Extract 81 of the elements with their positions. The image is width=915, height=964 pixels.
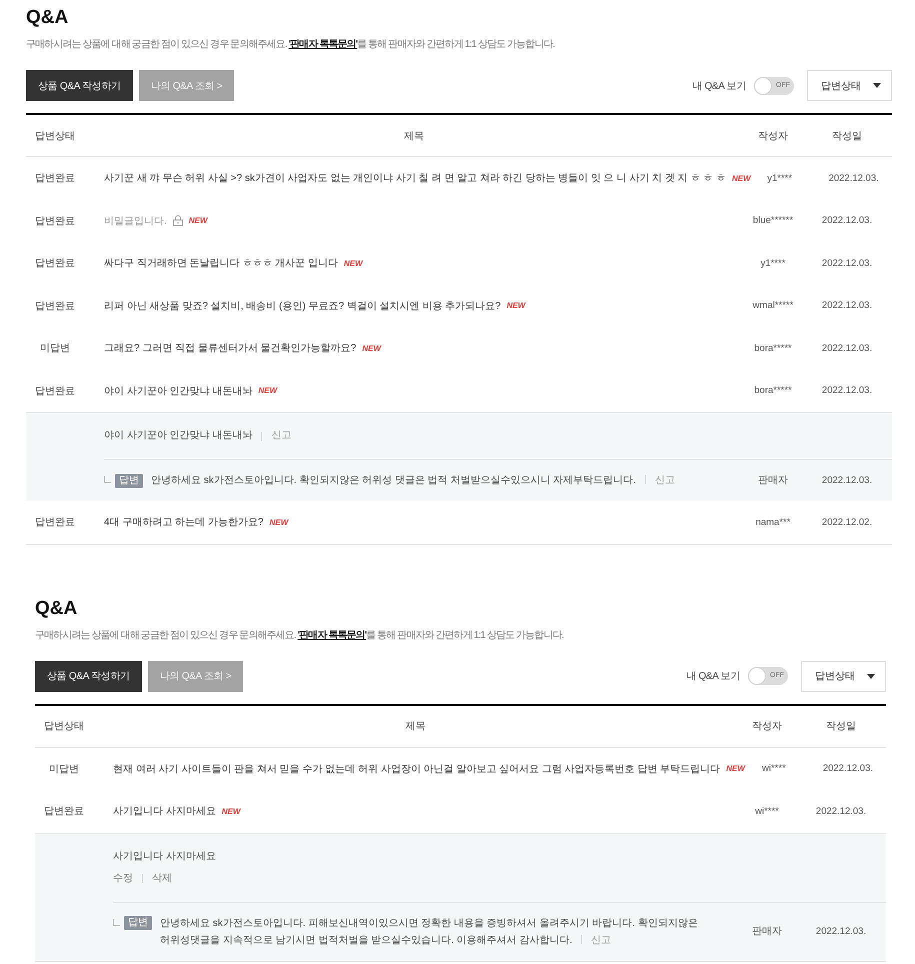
date-text: 2022.12.03. <box>828 172 879 184</box>
column-header: 답변상태 <box>44 721 84 732</box>
question-title[interactable]: 리퍼 아닌 새상품 맞죠? 설치비, 배송비 (용인) 무료죠? 벽걸이 설치시엔 비용 추가되나요? <box>104 298 501 313</box>
status-text: 답변완료 <box>35 517 75 528</box>
status-text: 답변완료 <box>35 258 75 270</box>
answer-text: 안녕하세요 sk가전스토아입니다. 피해보신내역이있으시면 정확한 내용을 증빙하셔서 올려주시기 바랍니다. 확인되지않은 허위성댓글을 지속적으로 남기시면 법적처벌을 받으실수있습니다. 이용해주셔서 감사합니다. 신고 <box>160 916 699 948</box>
question-text: 야이 사기꾼아 인간맞냐 내돈내놔 <box>104 429 252 443</box>
status-text: 답변완료 <box>35 386 75 397</box>
write-question-button[interactable]: 상품 Q&A 작성하기 <box>35 660 142 692</box>
caret-icon <box>873 83 881 88</box>
answer-badge: 답변 <box>124 916 152 930</box>
status-text: 답변완료 <box>35 173 75 184</box>
author-text: bora***** <box>754 342 792 354</box>
date-text: 2022.12.03. <box>822 258 872 269</box>
seller-chat-link[interactable]: '판매자 톡톡문의' <box>298 630 366 640</box>
toggle-label: 내 Q&A 보기 <box>686 670 740 683</box>
reply-corner-icon <box>104 476 111 483</box>
author-text: wi**** <box>755 806 779 817</box>
author-text: 판매자 <box>758 475 788 486</box>
new-label: NEW <box>258 386 278 396</box>
seller-chat-link[interactable]: '판매자 톡톡문의' <box>288 39 358 50</box>
column-header: 작성자 <box>758 130 788 142</box>
toggle-label: 내 Q&A 보기 <box>692 80 746 92</box>
status-text: 답변완료 <box>35 300 75 312</box>
caret-icon <box>867 674 875 678</box>
date-text: 2022.12.03. <box>822 385 872 396</box>
description-text: 구매하시려는 상품에 대해 궁금한 점이 있으신 경우 문의해주세요. '판매자 톡톡문의'를 통해 판매자와 간편하게 1:1 상담도 가능합니다. <box>35 628 564 642</box>
question-title[interactable]: 사기입니다 사지마세요 <box>113 804 216 818</box>
column-header: 제목 <box>406 721 426 732</box>
author-text: 판매자 <box>752 926 782 937</box>
action-link[interactable]: 삭제 <box>152 870 172 888</box>
date-text: 2022.12.03. <box>822 342 872 354</box>
column-header: 작성자 <box>752 721 782 732</box>
author-text: wi**** <box>762 763 786 774</box>
question-text: 사기입니다 사지마세요 <box>113 850 216 864</box>
write-question-button[interactable]: 상품 Q&A 작성하기 <box>26 70 133 101</box>
new-label: NEW <box>506 301 526 310</box>
author-text: bora***** <box>754 385 792 396</box>
answer-text: 안녕하세요 sk가전스토아입니다. 확인되지않은 허위성 댓글은 법적 처벌받으실수있으시니 자제부탁드립니다. 신고 <box>151 474 676 488</box>
new-label: NEW <box>732 174 751 183</box>
column-header: 제목 <box>404 130 424 142</box>
question-title[interactable]: 야이 사기꾼아 인간맞냐 내돈내놔 <box>104 384 252 398</box>
new-label: NEW <box>362 344 381 353</box>
question-title[interactable]: 현재 여러 사기 사이트들이 판을 쳐서 믿을 수가 없는데 허위 사업장이 아닌걸 알아보고 싶어서요 그럼 사업자등록번호 답변 부탁드립니다 <box>113 762 720 776</box>
new-label: NEW <box>269 518 288 527</box>
author-text: y1**** <box>767 172 792 184</box>
section-title: Q&A <box>35 598 78 620</box>
question-title[interactable]: 싸다구 직거래하면 돈날립니다 ㅎㅎㅎ 개사꾼 입니다 <box>104 256 338 270</box>
date-text: 2022.12.03. <box>816 926 866 937</box>
question-title[interactable]: 4대 구매하려고 하는데 가능한가요? <box>104 515 264 530</box>
status-text: 미답변 <box>49 764 79 775</box>
author-text: blue****** <box>752 215 794 226</box>
status-text: 답변완료 <box>35 216 75 227</box>
column-header: 작성일 <box>826 721 856 732</box>
status-text: 미답변 <box>40 343 70 354</box>
author-text: y1**** <box>760 258 786 269</box>
date-text: 2022.12.03. <box>816 806 866 817</box>
status-text: 답변완료 <box>44 806 84 818</box>
date-text: 2022.12.03. <box>822 763 873 774</box>
date-text: 2022.12.03. <box>822 215 872 226</box>
date-text: 2022.12.03. <box>822 300 872 312</box>
answer-badge: 답변 <box>115 474 143 488</box>
column-header: 작성일 <box>832 130 862 142</box>
author-text: nama*** <box>756 516 790 528</box>
action-link[interactable]: 수정 <box>113 870 133 888</box>
new-label: NEW <box>344 258 363 268</box>
lock-icon <box>172 215 183 226</box>
new-label: NEW <box>188 216 208 226</box>
status-filter-dropdown[interactable]: 답변상태 <box>807 70 892 101</box>
section-title: Q&A <box>26 7 70 29</box>
date-text: 2022.12.02. <box>822 516 872 528</box>
description-text: 구매하시려는 상품에 대해 궁금한 점이 있으신 경우 문의해주세요. '판매자 톡톡문의'를 통해 판매자와 간편하게 1:1 상담도 가능합니다. <box>26 38 556 52</box>
author-text: wmal***** <box>752 300 794 312</box>
column-header: 답변상태 <box>35 130 75 142</box>
new-label: NEW <box>222 806 240 816</box>
question-title[interactable]: 사기꾼 새 꺄 무슨 허위 사실 >? sk가견이 사업자도 없는 개인이냐 사기 칠 려 면 알고 쳐라 하긴 당하는 병들이 잇 으 니 사기 치 겟 지 ㅎ ㅎ ㅎ <box>104 171 726 186</box>
new-label: NEW <box>726 764 745 774</box>
reply-corner-icon <box>113 918 120 926</box>
date-text: 2022.12.03. <box>822 475 872 486</box>
status-filter-dropdown[interactable]: 답변상태 <box>801 660 886 692</box>
question-title[interactable]: 그래요? 그러면 직접 물류센터가서 물건확인가능할까요? <box>104 341 356 356</box>
